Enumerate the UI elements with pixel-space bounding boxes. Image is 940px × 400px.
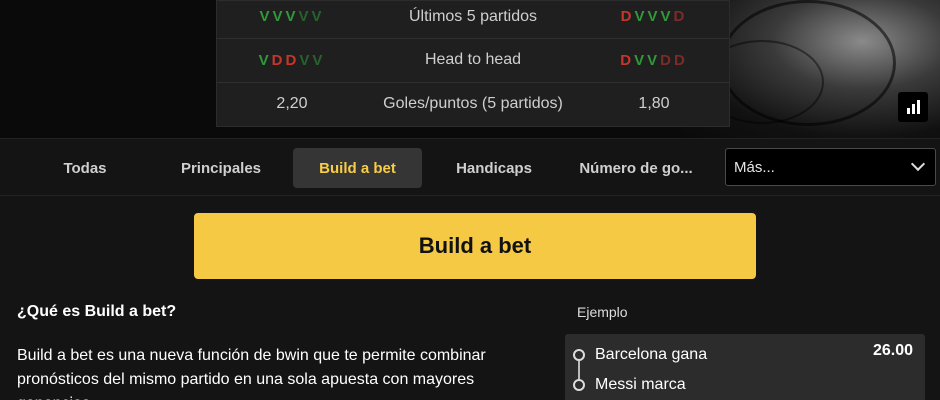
example-box: Barcelona gana Messi marca 26.00 (565, 334, 925, 400)
form-result: D (673, 51, 688, 69)
example-odds: 26.00 (872, 342, 913, 359)
away-goals-value: 1,80 (638, 95, 670, 112)
home-form: VVVVV (217, 8, 367, 25)
form-result: V (298, 8, 312, 25)
form-result: V (647, 8, 661, 25)
stats-row-goals: 2,20 Goles/puntos (5 partidos) 1,80 (217, 82, 729, 125)
bar-chart-icon-bar (911, 104, 915, 114)
home-form: VDDVV (217, 52, 367, 69)
form-result: V (647, 51, 661, 69)
form-result: V (634, 8, 648, 25)
tab-principales[interactable]: Principales (166, 148, 276, 188)
form-result: V (312, 51, 326, 69)
form-result: V (311, 8, 325, 25)
bar-chart-icon[interactable] (898, 92, 928, 122)
circle-icon (573, 349, 585, 361)
stats-label: Últimos 5 partidos (408, 7, 538, 25)
home-goals-value: 2,20 (276, 95, 308, 112)
stats-table: VVVVV Últimos 5 partidos DVVVD VDDVV Hea… (216, 0, 730, 127)
tab-handicaps[interactable]: Handicaps (440, 148, 548, 188)
chevron-down-icon (910, 156, 926, 172)
away-form: DVVDD (579, 52, 729, 69)
tab-build-a-bet[interactable]: Build a bet (293, 148, 422, 188)
info-title: ¿Qué es Build a bet? (17, 303, 177, 320)
bar-chart-icon-bar (906, 108, 910, 114)
form-result: V (259, 8, 273, 25)
example-item-label: Messi marca (595, 376, 686, 393)
example-item-label: Barcelona gana (595, 346, 708, 363)
form-result: V (272, 8, 286, 25)
form-result: V (299, 51, 313, 69)
example-item: Messi marca (573, 374, 686, 396)
example-item: Barcelona gana (573, 344, 707, 366)
away-form: DVVVD (579, 8, 729, 25)
circle-icon (573, 379, 585, 391)
match-hero: VVVVV Últimos 5 partidos DVVVD VDDVV Hea… (0, 0, 940, 138)
form-result: D (673, 8, 688, 25)
tab-todas[interactable]: Todas (40, 148, 130, 188)
more-markets-label: Más... (734, 158, 775, 176)
form-result: D (271, 51, 286, 69)
form-result: V (634, 51, 648, 69)
form-result: V (660, 8, 674, 25)
form-result: D (285, 51, 300, 69)
more-markets-select[interactable]: Más... (725, 148, 936, 186)
example-label: Ejemplo (577, 304, 628, 320)
form-result: D (620, 8, 635, 25)
build-a-bet-button[interactable]: Build a bet (194, 213, 756, 279)
form-result: V (258, 51, 272, 69)
build-a-bet-panel: Build a bet ¿Qué es Build a bet? Build a… (0, 196, 940, 400)
form-result: D (660, 51, 674, 69)
market-tabs: Todas Principales Build a bet Handicaps … (0, 138, 940, 196)
bar-chart-icon-bar (916, 100, 920, 114)
stats-row-last5: VVVVV Últimos 5 partidos DVVVD (217, 0, 729, 38)
form-result: V (285, 8, 299, 25)
tab-numero-de-goles[interactable]: Número de go... (566, 148, 706, 188)
stats-label: Goles/puntos (5 partidos) (383, 95, 563, 112)
stats-label: Head to head (424, 51, 522, 68)
info-text: Build a bet es una nueva función de bwin… (17, 347, 486, 400)
form-result: D (620, 51, 635, 69)
stats-row-h2h: VDDVV Head to head DVVDD (217, 38, 729, 81)
